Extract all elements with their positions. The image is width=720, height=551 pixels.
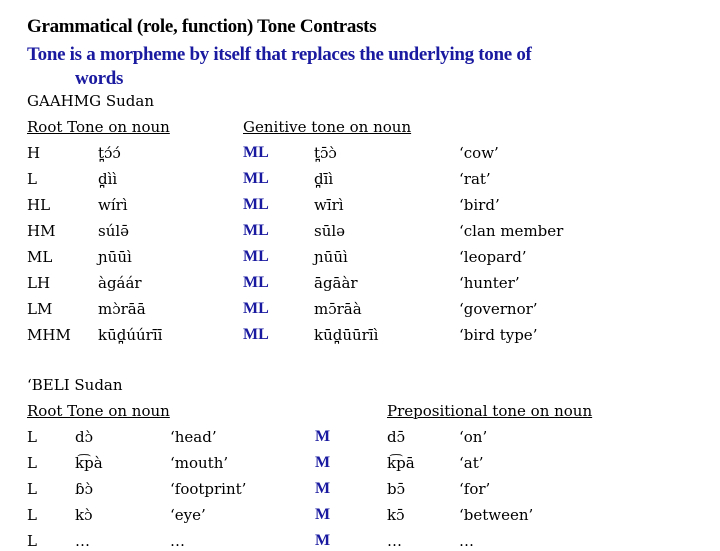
section1-row-gloss: ‘bird’ [459,196,500,214]
slide-subtitle: Tone is a morpheme by itself that replac… [27,43,667,91]
section2-row-prep-gloss: … [459,532,474,550]
section1-row-gen-tone: ML [243,144,269,161]
section2-row-gloss: ‘mouth’ [170,454,229,472]
section2-row-prep-tone: M [315,480,331,497]
section1-row-root-tone: HM [27,222,56,240]
section1-row-root-form: wírì [98,196,128,214]
section2-prepositional-header: Prepositional tone on noun [387,402,593,420]
subtitle-line-1: Tone is a morpheme by itself that replac… [27,44,532,65]
section1-row-gen-form: d̪īì [314,170,334,188]
section1-row-gloss: ‘bird type’ [459,326,538,344]
section2-row-root-form: kɔ̀ [75,506,93,524]
section1-row-gen-tone: ML [243,274,269,291]
section1-language: GAAHMG Sudan [27,92,154,110]
section1-row-root-form: t̪ɔ́ɔ́ [98,144,121,162]
section2-row-root-form: k͡pà [75,454,103,472]
section2-row-root-form: … [75,532,90,550]
section2-row-prep-tone: M [315,532,331,549]
section2-row-gloss: ‘footprint’ [170,480,247,498]
section1-row-root-form: súlə̄ [98,222,130,240]
section1-row-gloss: ‘hunter’ [459,274,520,292]
section1-row-root-tone: H [27,144,41,162]
section2-row-prep-tone: M [315,428,331,445]
section2-row-prep-form: bɔ̄ [387,480,406,498]
section2-row-prep-gloss: ‘on’ [459,428,488,446]
section1-row-gen-form: kūd̪ūūrīì [314,326,379,344]
section2-language: ‘BELI Sudan [27,376,123,394]
section1-row-gen-form: mɔ̄rāà [314,300,362,318]
slide-title: Grammatical (role, function) Tone Contra… [27,16,377,37]
section1-row-gen-form: t̪ɔ̄ɔ̀ [314,144,337,162]
section1-root-header: Root Tone on noun [27,118,170,136]
section1-row-gloss: ‘cow’ [459,144,499,162]
section1-row-gen-form: wīrì [314,196,344,214]
section2-row-root-form: ɓɔ̀ [75,480,94,498]
section1-row-root-form: mɔ̀rāā [98,300,146,318]
section1-row-gloss: ‘governor’ [459,300,538,318]
section2-row-prep-tone: M [315,506,331,523]
section2-row-root-tone: L [27,428,37,446]
subtitle-line-2: words [75,68,124,89]
section1-row-gloss: ‘leopard’ [459,248,527,266]
section1-row-root-tone: HL [27,196,51,214]
section2-root-header: Root Tone on noun [27,402,170,420]
section2-row-prep-form: k͡pā [387,454,415,472]
section1-row-root-tone: LM [27,300,53,318]
section1-genitive-header: Genitive tone on noun [243,118,412,136]
section2-row-prep-form: kɔ̄ [387,506,405,524]
section2-row-root-tone: L [27,454,37,472]
section1-row-root-tone: MHM [27,326,71,344]
section1-row-root-form: àgáár [98,274,142,292]
section1-row-gen-tone: ML [243,300,269,317]
section1-row-root-form: kūd̪úúrīī [98,326,163,344]
section1-row-gen-tone: ML [243,248,269,265]
section1-row-root-form: ɲūūì [98,248,132,266]
section1-row-gen-tone: ML [243,196,269,213]
section2-row-gloss: ‘head’ [170,428,217,446]
section2-row-prep-gloss: ‘between’ [459,506,534,524]
section2-row-prep-gloss: ‘at’ [459,454,484,472]
section1-row-gen-tone: ML [243,326,269,343]
section1-row-gloss: ‘clan member [459,222,564,240]
section2-row-prep-gloss: ‘for’ [459,480,491,498]
section2-row-root-form: dɔ̀ [75,428,94,446]
section2-row-prep-form: … [387,532,402,550]
section2-row-gloss: ‘eye’ [170,506,206,524]
section2-row-root-tone: L [27,532,37,550]
section2-row-gloss: … [170,532,185,550]
section2-row-root-tone: L [27,480,37,498]
section1-row-gen-tone: ML [243,170,269,187]
section1-row-root-form: d̪ìì [98,170,118,188]
section1-row-gen-form: āgāàr [314,274,358,292]
section2-row-prep-tone: M [315,454,331,471]
section1-row-gen-tone: ML [243,222,269,239]
section1-row-root-tone: ML [27,248,53,266]
section2-row-root-tone: L [27,506,37,524]
section2-row-prep-form: dɔ̄ [387,428,406,446]
section1-row-gen-form: ɲūūì [314,248,348,266]
section1-row-root-tone: LH [27,274,51,292]
section1-row-root-tone: L [27,170,37,188]
section1-row-gen-form: sūlə [314,222,346,240]
section1-row-gloss: ‘rat’ [459,170,491,188]
